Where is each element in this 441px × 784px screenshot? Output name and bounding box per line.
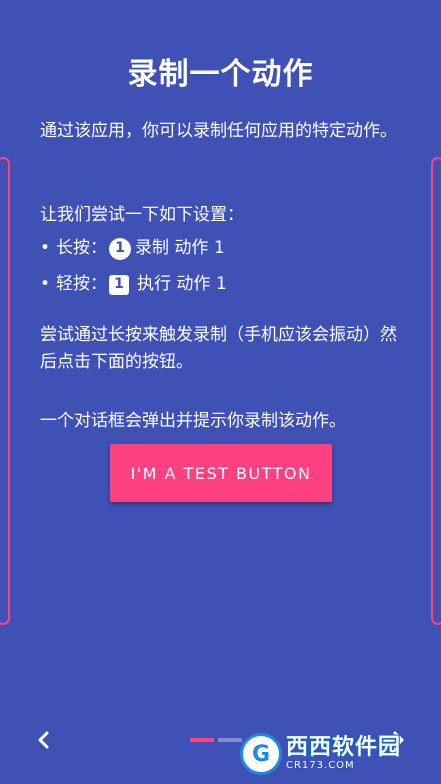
site-watermark: G 西西软件园 CR173.COM: [240, 730, 425, 778]
previous-page-button[interactable]: [26, 722, 62, 758]
bullet-action: 执行 动作 1: [137, 274, 227, 294]
bullet-label: 长按：: [56, 238, 108, 258]
bullet-label: 轻按：: [56, 274, 108, 294]
circle-number-icon: 1: [109, 237, 132, 260]
bullet-long-press: • 长按： 1 录制 动作 1: [40, 235, 401, 262]
bullet-dot: •: [40, 238, 51, 258]
page-indicator-dot: [218, 738, 242, 742]
watermark-subtitle: CR173.COM: [286, 760, 355, 771]
test-button[interactable]: I'M A TEST BUTTON: [110, 444, 332, 502]
intro-text: 通过该应用，你可以录制任何应用的特定动作。: [40, 121, 397, 141]
bullet-tap: • 轻按： 1 执行 动作 1: [40, 271, 401, 298]
page-indicator-dot-active: [190, 738, 214, 742]
setup-heading: 让我们尝试一下如下设置：: [40, 205, 244, 225]
watermark-logo-icon: G: [240, 733, 282, 775]
instruction-text: 尝试通过长按来触发录制（手机应该会振动）然后点击下面的按钮。: [40, 325, 397, 372]
watermark-text: 西西软件园 CR173.COM: [286, 737, 401, 771]
bullet-dot: •: [40, 274, 51, 294]
right-edge-trigger-bar: [431, 157, 441, 625]
chevron-left-icon: [38, 731, 49, 749]
page-indicator: [190, 738, 242, 742]
left-edge-trigger-bar: [0, 157, 10, 625]
bullet-action: 录制 动作 1: [135, 238, 225, 258]
watermark-title: 西西软件园: [286, 735, 402, 760]
page-title: 录制一个动作: [127, 57, 314, 92]
dialog-note-text: 一个对话框会弹出并提示你录制该动作。: [40, 411, 346, 431]
square-number-icon: 1: [109, 274, 130, 295]
